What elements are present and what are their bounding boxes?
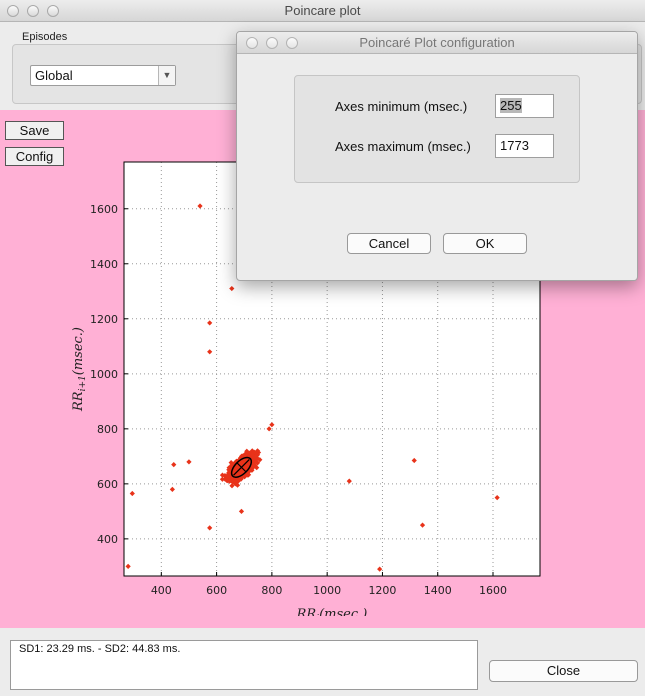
y-tick-label: 400	[97, 533, 118, 546]
episodes-label: Episodes	[22, 31, 68, 43]
result-text: SD1: 23.29 ms. - SD2: 44.83 ms.	[19, 643, 181, 655]
x-tick-label: 400	[151, 584, 172, 597]
cancel-button[interactable]: Cancel	[347, 233, 431, 254]
ok-button[interactable]: OK	[443, 233, 527, 254]
x-tick-label: 1600	[479, 584, 507, 597]
save-button[interactable]: Save	[5, 121, 64, 140]
axes-max-value: 1773	[500, 138, 529, 153]
close-button[interactable]: Close	[489, 660, 638, 682]
dialog-title: Poincaré Plot configuration	[359, 35, 515, 50]
axes-min-value: 255	[500, 98, 522, 113]
axes-max-label: Axes maximum (msec.)	[335, 139, 471, 154]
y-tick-label: 800	[97, 423, 118, 436]
window-title: Poincare plot	[284, 3, 361, 18]
axes-min-input[interactable]: 255	[495, 94, 554, 118]
episodes-select-value: Global	[35, 68, 73, 83]
y-tick-label: 600	[97, 478, 118, 491]
chevron-down-icon: ▼	[158, 66, 175, 85]
y-tick-label: 1000	[90, 368, 118, 381]
config-button[interactable]: Config	[5, 147, 64, 166]
x-tick-label: 600	[206, 584, 227, 597]
x-axis-label: RRi(msec.)	[296, 607, 368, 616]
x-tick-label: 1400	[424, 584, 452, 597]
y-axis-label: RRi+1(msec.)	[71, 327, 88, 412]
dialog-titlebar: Poincaré Plot configuration	[237, 32, 637, 54]
x-tick-label: 1200	[368, 584, 396, 597]
y-tick-label: 1600	[90, 203, 118, 216]
axes-max-input[interactable]: 1773	[495, 134, 554, 158]
x-tick-label: 1000	[313, 584, 341, 597]
window-titlebar: Poincare plot	[0, 0, 645, 22]
result-textbox: SD1: 23.29 ms. - SD2: 44.83 ms.	[10, 640, 478, 690]
episodes-select[interactable]: Global ▼	[30, 65, 176, 86]
y-tick-label: 1200	[90, 313, 118, 326]
axes-settings-group	[294, 75, 580, 183]
y-tick-label: 1400	[90, 258, 118, 271]
x-tick-label: 800	[261, 584, 282, 597]
config-dialog: Poincaré Plot configuration Axes minimum…	[236, 31, 638, 281]
axes-min-label: Axes minimum (msec.)	[335, 99, 468, 114]
